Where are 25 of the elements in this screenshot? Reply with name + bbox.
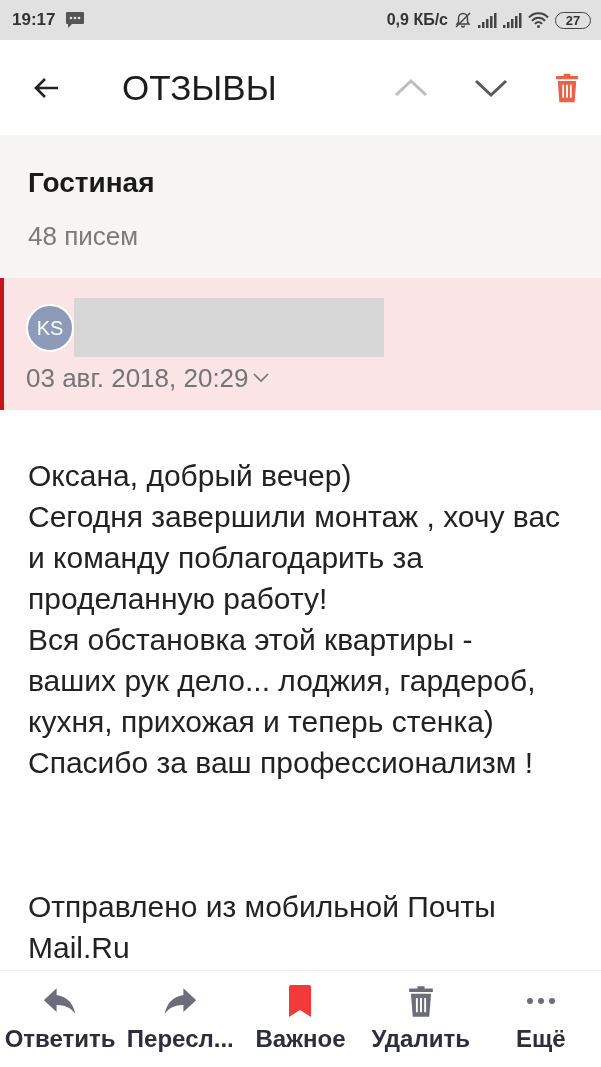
important-button[interactable]: Важное <box>240 971 361 1067</box>
more-button[interactable]: Ещё <box>480 971 601 1067</box>
chevron-down-icon <box>252 373 269 383</box>
delete-button[interactable]: Удалить <box>360 971 481 1067</box>
message-paragraph: Вся обстановка этой квартиры - ваших рук дело... лоджия, гардероб, кухня, прихожая и теперь стенка) <box>28 622 537 740</box>
trash-icon <box>555 72 579 103</box>
message-paragraph: Сегодня завершили монтаж , хочу вас и команду поблагодарить за проделанную работу! <box>28 499 562 617</box>
message-date[interactable]: 03 авг. 2018, 20:29 <box>26 362 269 394</box>
thread-subject: Гостиная <box>28 166 155 200</box>
message-paragraph: Спасибо за ваш профессионализм ! <box>28 745 534 781</box>
signal-icon <box>503 12 522 28</box>
signal-icon <box>478 12 497 28</box>
bell-off-icon <box>454 11 472 29</box>
message-count: 48 писем <box>28 220 139 252</box>
message-signature: Отправлено из мобильной Почты Mail.Ru <box>28 889 497 966</box>
message-paragraph: Оксана, добрый вечер) <box>28 458 353 494</box>
back-arrow-icon <box>33 76 59 99</box>
message-icon <box>65 11 86 29</box>
forward-button[interactable]: Пересл... <box>120 971 241 1067</box>
network-speed: 0,9 КБ/с <box>386 10 448 30</box>
reply-button[interactable]: Ответить <box>0 971 121 1067</box>
sender-avatar: KS <box>26 303 74 352</box>
wifi-icon <box>528 12 549 28</box>
folder-title: ОТЗЫВЫ <box>122 70 277 105</box>
status-time: 19:17 <box>12 9 56 32</box>
